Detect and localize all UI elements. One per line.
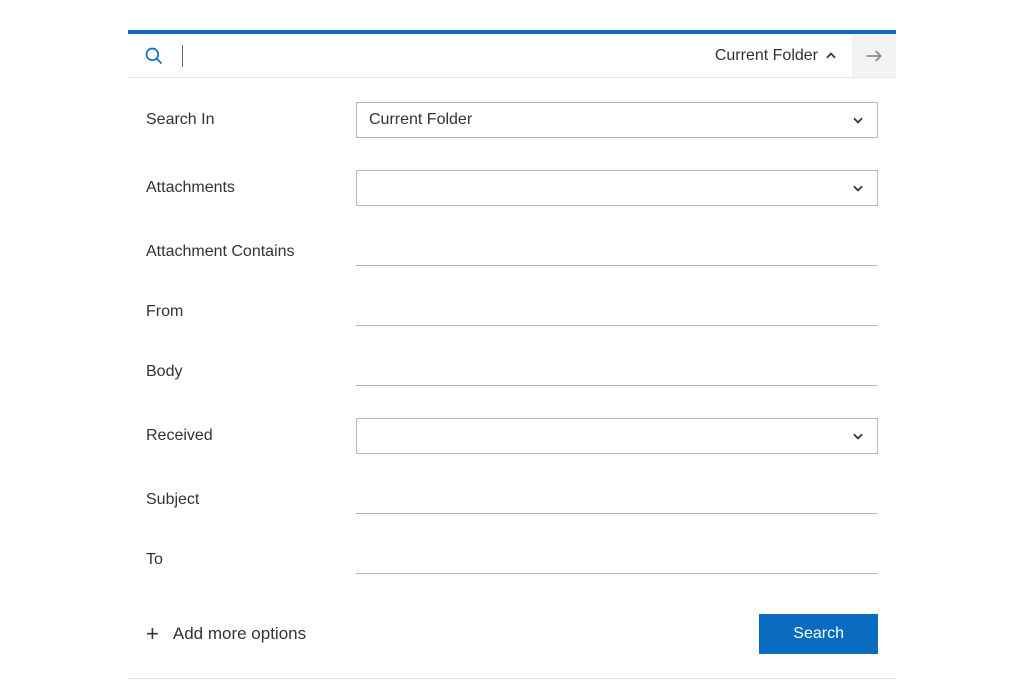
select-search-in-value: Current Folder — [369, 111, 472, 129]
advanced-search-panel: Current Folder Search In Current Folder — [128, 30, 896, 679]
row-received: Received — [146, 418, 878, 454]
row-attachments: Attachments — [146, 170, 878, 206]
input-to[interactable] — [356, 546, 878, 574]
search-input[interactable] — [180, 34, 701, 77]
add-more-options-button[interactable]: + Add more options — [146, 623, 306, 645]
row-to: To — [146, 546, 878, 574]
row-from: From — [146, 298, 878, 326]
input-body[interactable] — [356, 358, 878, 386]
arrow-right-icon — [864, 46, 884, 66]
input-from[interactable] — [356, 298, 878, 326]
chevron-down-icon — [851, 429, 865, 443]
chevron-down-icon — [851, 181, 865, 195]
row-body: Body — [146, 358, 878, 386]
label-from: From — [146, 303, 356, 321]
select-search-in[interactable]: Current Folder — [356, 102, 878, 138]
label-subject: Subject — [146, 491, 356, 509]
row-attachment-contains: Attachment Contains — [146, 238, 878, 266]
input-attachment-contains[interactable] — [356, 238, 878, 266]
label-body: Body — [146, 363, 356, 381]
label-received: Received — [146, 427, 356, 445]
bottom-actions: + Add more options Search — [128, 606, 896, 679]
search-form: Search In Current Folder Attachments — [128, 78, 896, 574]
chevron-down-icon — [851, 113, 865, 127]
search-scope-label: Current Folder — [715, 47, 818, 65]
label-attachment-contains: Attachment Contains — [146, 243, 356, 261]
row-search-in: Search In Current Folder — [146, 102, 878, 138]
search-go-button[interactable] — [852, 34, 896, 77]
search-icon[interactable] — [128, 46, 180, 66]
label-search-in: Search In — [146, 111, 356, 129]
add-more-options-label: Add more options — [173, 624, 306, 644]
input-subject[interactable] — [356, 486, 878, 514]
text-cursor-icon — [182, 45, 183, 67]
select-attachments[interactable] — [356, 170, 878, 206]
row-subject: Subject — [146, 486, 878, 514]
select-received[interactable] — [356, 418, 878, 454]
label-attachments: Attachments — [146, 179, 356, 197]
plus-icon: + — [146, 623, 159, 645]
search-button[interactable]: Search — [759, 614, 878, 654]
search-scope-toggle[interactable]: Current Folder — [701, 34, 852, 77]
chevron-up-icon — [824, 49, 838, 63]
label-to: To — [146, 551, 356, 569]
search-bar: Current Folder — [128, 34, 896, 78]
